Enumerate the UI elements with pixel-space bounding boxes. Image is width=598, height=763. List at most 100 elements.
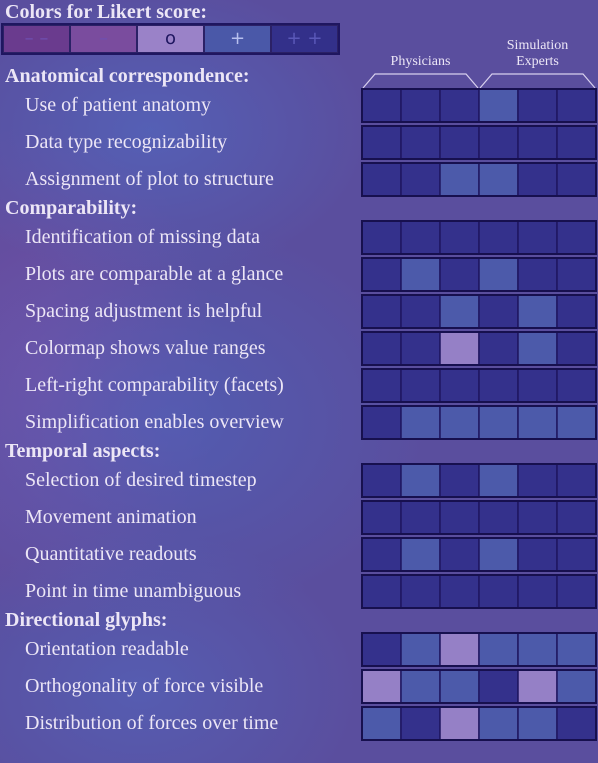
heatmap-cell bbox=[400, 463, 441, 498]
heatmap-cell bbox=[478, 162, 519, 197]
heatmap-cell bbox=[517, 669, 558, 704]
heatmap-cell bbox=[556, 537, 597, 572]
heatmap-cell bbox=[361, 331, 402, 366]
heatmap-cell bbox=[478, 632, 519, 667]
heatmap-cell bbox=[556, 706, 597, 741]
row-label: Movement animation bbox=[25, 506, 197, 528]
heatmap-cell bbox=[439, 162, 480, 197]
heatmap-cell bbox=[400, 537, 441, 572]
heatmap-cell bbox=[439, 632, 480, 667]
heatmap-cell bbox=[517, 632, 558, 667]
heatmap-cell bbox=[361, 500, 402, 535]
heatmap-cell bbox=[439, 88, 480, 123]
heatmap-cell bbox=[478, 537, 519, 572]
heatmap-cell bbox=[556, 463, 597, 498]
heatmap-cell bbox=[400, 500, 441, 535]
heatmap-cell bbox=[361, 669, 402, 704]
heatmap-cell bbox=[556, 368, 597, 403]
heatmap-cell bbox=[361, 368, 402, 403]
heatmap-cell bbox=[439, 574, 480, 609]
heatmap-cell bbox=[517, 220, 558, 255]
heatmap-cell bbox=[439, 125, 480, 160]
heatmap-cell bbox=[361, 574, 402, 609]
heatmap-cell bbox=[400, 669, 441, 704]
heatmap-cell bbox=[517, 125, 558, 160]
heatmap-cell bbox=[556, 162, 597, 197]
heatmap-cell bbox=[556, 125, 597, 160]
heatmap-cell bbox=[556, 632, 597, 667]
group-label-physicians: Physicians bbox=[390, 54, 451, 69]
heatmap-cell bbox=[400, 368, 441, 403]
heatmap-cell bbox=[517, 162, 558, 197]
heatmap-cell bbox=[400, 88, 441, 123]
row-label: Left-right comparability (facets) bbox=[25, 374, 284, 396]
heatmap-cell bbox=[517, 331, 558, 366]
row-label: Spacing adjustment is helpful bbox=[25, 300, 263, 322]
heatmap-cell bbox=[439, 463, 480, 498]
heatmap-cell bbox=[439, 537, 480, 572]
heatmap-cell bbox=[400, 294, 441, 329]
likert-chart: Colors for Likert score: – – – o + + + Physici… bbox=[0, 0, 598, 763]
section-title-0: Anatomical correspondence: bbox=[5, 65, 250, 87]
heatmap-cell bbox=[478, 220, 519, 255]
heatmap-cell bbox=[439, 405, 480, 440]
heatmap-cell bbox=[439, 257, 480, 292]
heatmap-cell bbox=[517, 368, 558, 403]
heatmap-cell bbox=[400, 257, 441, 292]
row-label: Orientation readable bbox=[25, 638, 189, 660]
heatmap-cell bbox=[517, 88, 558, 123]
heatmap-cell bbox=[478, 574, 519, 609]
heatmap-cell bbox=[400, 632, 441, 667]
row-label: Data type recognizability bbox=[25, 131, 228, 153]
heatmap-cell bbox=[517, 294, 558, 329]
heatmap-cell bbox=[361, 88, 402, 123]
row-label: Selection of desired timestep bbox=[25, 469, 257, 491]
section-title-1: Comparability: bbox=[5, 197, 138, 219]
heatmap-cell bbox=[439, 220, 480, 255]
heatmap-cell bbox=[400, 125, 441, 160]
heatmap-cell bbox=[478, 368, 519, 403]
row-label: Point in time unambiguous bbox=[25, 580, 242, 602]
heatmap-cell bbox=[478, 125, 519, 160]
row-label: Assignment of plot to structure bbox=[25, 168, 274, 190]
heatmap-cell bbox=[556, 257, 597, 292]
heatmap-cell bbox=[361, 463, 402, 498]
row-label: Plots are comparable at a glance bbox=[25, 263, 284, 285]
heatmap-cell bbox=[556, 331, 597, 366]
heatmap-cell bbox=[439, 500, 480, 535]
heatmap-cell bbox=[478, 331, 519, 366]
heatmap-cell bbox=[556, 405, 597, 440]
row-label: Colormap shows value ranges bbox=[25, 337, 266, 359]
section-title-2: Temporal aspects: bbox=[5, 440, 161, 462]
heatmap-cell bbox=[517, 537, 558, 572]
heatmap-cell bbox=[478, 294, 519, 329]
heatmap-cell bbox=[439, 294, 480, 329]
heatmap-cell bbox=[361, 257, 402, 292]
heatmap-cell bbox=[556, 220, 597, 255]
heatmap-cell bbox=[400, 162, 441, 197]
heatmap-cell bbox=[400, 331, 441, 366]
heatmap-cell bbox=[517, 463, 558, 498]
heatmap-cell bbox=[478, 706, 519, 741]
heatmap-cell bbox=[400, 220, 441, 255]
heatmap-cell bbox=[478, 463, 519, 498]
heatmap-cell bbox=[439, 669, 480, 704]
heatmap-cell bbox=[361, 162, 402, 197]
heatmap-cell bbox=[517, 405, 558, 440]
heatmap-cell bbox=[556, 500, 597, 535]
heatmap-cell bbox=[556, 88, 597, 123]
heatmap-cell bbox=[478, 405, 519, 440]
heatmap-cell bbox=[517, 500, 558, 535]
heatmap-cell bbox=[517, 257, 558, 292]
row-label: Distribution of forces over time bbox=[25, 712, 279, 734]
group-label-simulation-experts: Simulation Experts bbox=[506, 38, 569, 69]
heatmap-cell bbox=[478, 88, 519, 123]
row-label: Orthogonality of force visible bbox=[25, 675, 264, 697]
heatmap-cell bbox=[517, 574, 558, 609]
row-label: Quantitative readouts bbox=[25, 543, 197, 565]
heatmap-cell bbox=[361, 125, 402, 160]
heatmap-cell bbox=[361, 537, 402, 572]
heatmap-cell bbox=[400, 574, 441, 609]
row-label: Use of patient anatomy bbox=[25, 94, 212, 116]
bracket-physicians bbox=[362, 73, 479, 89]
